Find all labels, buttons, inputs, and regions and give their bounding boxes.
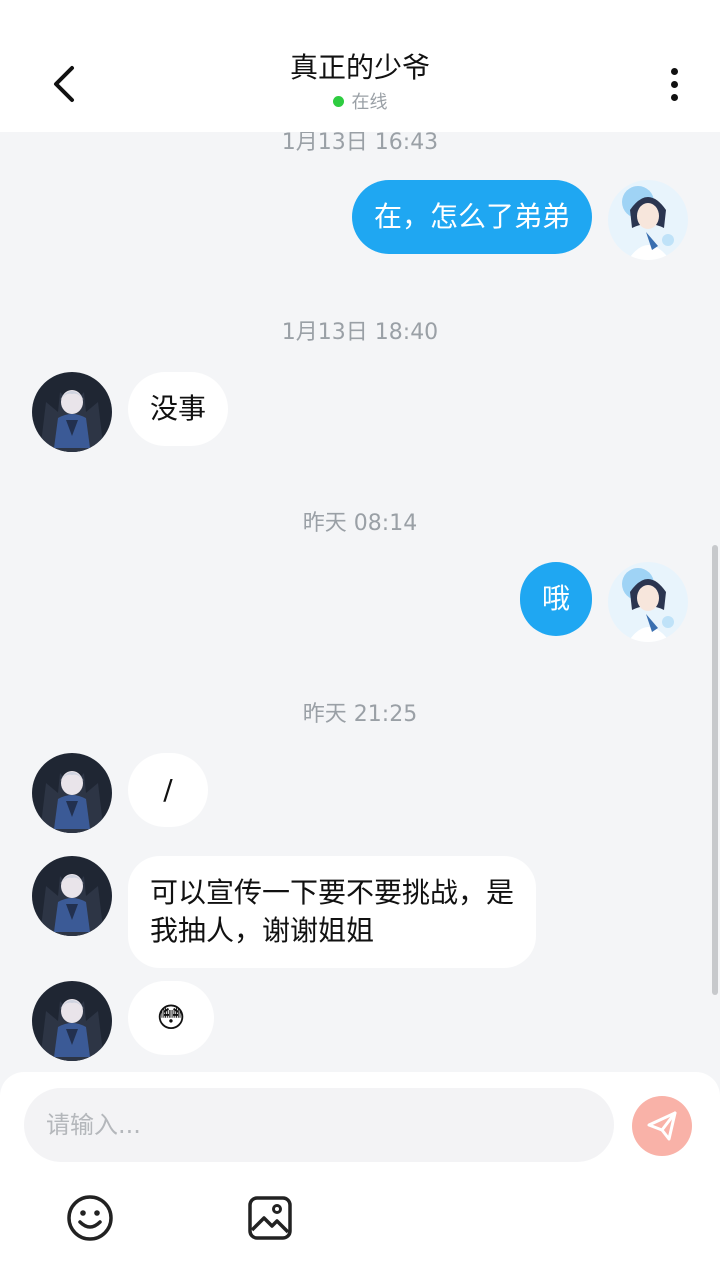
- emoji-icon: [67, 1195, 113, 1241]
- more-options-button[interactable]: [658, 60, 690, 108]
- message-list[interactable]: 1月13日 16:43 在，怎么了弟弟 1月13日 18:40 没事 昨天 08…: [0, 132, 720, 1072]
- scrollbar[interactable]: [712, 545, 718, 995]
- send-button[interactable]: [632, 1096, 692, 1156]
- contact-avatar[interactable]: [32, 372, 112, 452]
- timestamp: 昨天 08:14: [302, 511, 418, 536]
- message-bubble-incoming[interactable]: 没事: [128, 372, 229, 446]
- send-icon: [647, 1111, 677, 1141]
- message-bubble-outgoing[interactable]: 哦: [519, 562, 592, 636]
- conversation-title: 真正的少爷: [289, 51, 430, 84]
- back-button[interactable]: [40, 56, 88, 112]
- online-status-dot-icon: [332, 95, 344, 107]
- conversation-title-block: 真正的少爷 在线: [160, 50, 560, 114]
- timestamp: 1月13日 16:43: [281, 132, 439, 155]
- contact-avatar[interactable]: [32, 753, 112, 833]
- message-text-line: 可以宣传一下要不要挑战，是: [150, 876, 515, 909]
- image-button[interactable]: [244, 1192, 296, 1244]
- contact-avatar[interactable]: [32, 981, 112, 1061]
- flushed-face-emoji: 😳: [156, 1001, 186, 1034]
- timestamp: 1月13日 18:40: [281, 320, 439, 345]
- message-input[interactable]: [24, 1088, 614, 1162]
- more-vertical-icon: [670, 67, 678, 75]
- my-avatar[interactable]: [608, 562, 688, 642]
- contact-avatar[interactable]: [32, 856, 112, 936]
- emoji-button[interactable]: [64, 1192, 116, 1244]
- message-bubble-incoming[interactable]: 可以宣传一下要不要挑战，是 我抽人，谢谢姐姐: [128, 856, 537, 968]
- online-status: 在线: [160, 88, 560, 114]
- timestamp: 昨天 21:25: [302, 702, 418, 727]
- message-bubble-incoming[interactable]: 😳: [128, 981, 214, 1055]
- message-bubble-outgoing[interactable]: 在，怎么了弟弟: [351, 180, 592, 254]
- my-avatar[interactable]: [608, 180, 688, 260]
- chat-header: 真正的少爷 在线: [0, 0, 720, 132]
- message-bubble-incoming[interactable]: /: [128, 753, 208, 827]
- online-status-label: 在线: [351, 92, 388, 113]
- message-text-line: 我抽人，谢谢姐姐: [150, 914, 375, 947]
- chat-screen: 真正的少爷 在线 1月13日 16:43 在，怎么了弟弟 1月13日 18:40…: [0, 0, 720, 1280]
- image-icon: [248, 1196, 292, 1240]
- chevron-left-icon: [54, 66, 74, 102]
- composer-bar: [0, 1072, 720, 1280]
